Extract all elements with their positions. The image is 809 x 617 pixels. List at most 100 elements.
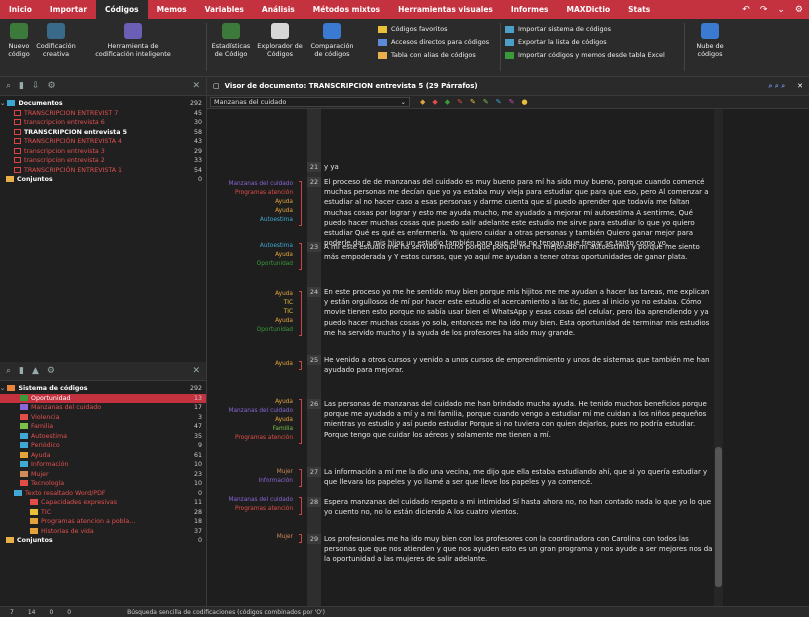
document-item[interactable]: transcripcion entrevista 6 30 <box>0 118 206 128</box>
close-icon[interactable]: ✕ <box>797 82 809 90</box>
code-margin-label[interactable]: Autoestima <box>260 243 293 249</box>
emoji-icon[interactable]: ● <box>522 98 528 106</box>
code-item[interactable]: Capacidades expresivas 11 <box>0 498 206 508</box>
menu-item[interactable]: Métodos mixtos <box>304 0 389 19</box>
code-item[interactable]: Manzanas del cuidado 17 <box>0 403 206 413</box>
paragraph-text[interactable]: He venido a otros cursos y venido a unos… <box>324 355 714 375</box>
highlight-icon[interactable]: ◆ <box>432 98 437 106</box>
menu-item[interactable]: Informes <box>502 0 558 19</box>
code-margin-label[interactable]: Oportunidad <box>257 327 293 333</box>
code-margin-label[interactable]: Oportunidad <box>257 261 293 267</box>
code-item[interactable]: Periódico 9 <box>0 441 206 451</box>
creative-coding-button[interactable]: Codificación creativa <box>36 23 76 58</box>
menu-item[interactable]: Códigos <box>96 0 148 19</box>
document-item[interactable]: TRANSCRIPCION ENTREVIST 7 45 <box>0 109 206 119</box>
code-margin-label[interactable]: Programas atención <box>235 190 293 196</box>
search-icon[interactable]: ⌕ <box>6 366 11 376</box>
close-icon[interactable]: ✕ <box>192 81 206 91</box>
smart-coding-tool-button[interactable]: Herramienta de codificación inteligente <box>92 23 174 58</box>
document-item[interactable]: TRANSCRIPCIÓN ENTREVISTA 1 54 <box>0 166 206 176</box>
scrollbar-thumb[interactable] <box>715 447 722 587</box>
document-sets[interactable]: Conjuntos 0 <box>0 175 206 185</box>
code-margin-label[interactable]: Ayuda <box>275 361 293 367</box>
close-icon[interactable]: ✕ <box>192 366 206 376</box>
highlight-icon[interactable]: ◆ <box>420 98 425 106</box>
code-item[interactable]: Texto resaltado Word/PDF 0 <box>0 489 206 499</box>
menu-item[interactable]: Inicio <box>0 0 41 19</box>
code-margin-label[interactable]: Programas atención <box>235 506 293 512</box>
highlight-icon[interactable]: ◆ <box>445 98 450 106</box>
code-item[interactable]: Mujer 23 <box>0 470 206 480</box>
menu-item[interactable]: Stats <box>619 0 659 19</box>
document-item[interactable]: TRANSCRIPCION entrevista 5 58 <box>0 128 206 138</box>
code-system-root[interactable]: ⌄ Sistema de códigos 292 <box>0 384 206 394</box>
code-explorer-button[interactable]: Explorador de Códigos <box>256 23 304 58</box>
code-margin-label[interactable]: Familia <box>273 426 293 432</box>
paragraph-text[interactable]: El proceso de de manzanas del cuidado es… <box>324 177 714 248</box>
marker-icon[interactable]: ✎ <box>470 98 476 106</box>
marker-icon[interactable]: ✎ <box>483 98 489 106</box>
paragraph-text[interactable]: Los profesionales me ha ido muy bien con… <box>324 534 714 565</box>
marker-icon[interactable]: ✎ <box>509 98 515 106</box>
code-margin-label[interactable]: Ayuda <box>275 208 293 214</box>
undo-icon[interactable]: ↶ <box>742 5 750 15</box>
code-margin-label[interactable]: Ayuda <box>275 318 293 324</box>
code-item[interactable]: Oportunidad 13 <box>0 393 206 403</box>
code-margin-label[interactable]: Autoestima <box>260 217 293 223</box>
code-margin-label[interactable]: Mujer <box>277 534 293 540</box>
code-item[interactable]: Programas atencion a pobla... 18 <box>0 517 206 527</box>
search-icon[interactable]: ⌕ ⌕ ⌕ <box>768 82 797 91</box>
favorite-codes-item[interactable]: Códigos favoritos <box>378 23 489 36</box>
code-item[interactable]: Ayuda 61 <box>0 451 206 461</box>
code-margin-label[interactable]: Ayuda <box>275 252 293 258</box>
marker-icon[interactable]: ✎ <box>457 98 463 106</box>
menu-item[interactable]: Análisis <box>253 0 304 19</box>
menu-item[interactable]: Memos <box>148 0 196 19</box>
settings-icon[interactable]: ⚙ <box>48 81 56 91</box>
code-sets[interactable]: Conjuntos 0 <box>0 536 206 546</box>
menu-item[interactable]: Importar <box>41 0 96 19</box>
import-code-system-item[interactable]: Importar sistema de códigos <box>505 23 665 36</box>
new-code-icon[interactable]: ▮ <box>19 366 24 376</box>
code-cloud-button[interactable]: Nube de códigos <box>690 23 730 58</box>
code-margin-label[interactable]: Manzanas del cuidado <box>228 181 293 187</box>
code-dropdown[interactable]: Manzanas del cuidado ⌄ <box>210 97 410 107</box>
code-margin-label[interactable]: TIC <box>284 309 293 315</box>
code-margin-label[interactable]: Ayuda <box>275 199 293 205</box>
paragraph-text[interactable]: y ya <box>324 162 714 172</box>
code-margin-label[interactable]: Manzanas del cuidado <box>228 497 293 503</box>
import-excel-item[interactable]: Importar códigos y memos desde tabla Exc… <box>505 49 665 62</box>
paragraph-text[interactable]: La información a mí me la dio una vecina… <box>324 467 714 487</box>
redo-icon[interactable]: ↷ <box>760 5 768 15</box>
import-icon[interactable]: ⇩ <box>32 81 40 91</box>
code-margin-label[interactable]: Ayuda <box>275 399 293 405</box>
document-item[interactable]: transcripcion entrevista 3 29 <box>0 147 206 157</box>
code-margin-label[interactable]: Ayuda <box>275 291 293 297</box>
new-code-button[interactable]: Nuevo código <box>4 23 34 58</box>
code-item[interactable]: Autoestima 35 <box>0 432 206 442</box>
paragraph-text[interactable]: En este proceso yo me he sentido muy bie… <box>324 287 714 338</box>
paragraph-text[interactable]: A mí este estudio me ha servido mucho po… <box>324 242 714 262</box>
menu-item[interactable]: Herramientas visuales <box>389 0 502 19</box>
code-item[interactable]: TIC 28 <box>0 508 206 518</box>
code-item[interactable]: Violencia 3 <box>0 413 206 423</box>
alias-table-item[interactable]: Tabla con alias de códigos <box>378 49 489 62</box>
export-code-list-item[interactable]: Exportar la lista de códigos <box>505 36 665 49</box>
sort-icon[interactable]: ▲ <box>32 366 39 376</box>
search-icon[interactable]: ⌕ <box>6 81 11 91</box>
code-margin-label[interactable]: Manzanas del cuidado <box>228 408 293 414</box>
code-shortcuts-item[interactable]: Accesos directos para códigos <box>378 36 489 49</box>
settings-icon[interactable]: ⚙ <box>47 366 55 376</box>
menu-item[interactable]: Variables <box>196 0 253 19</box>
expand-icon[interactable]: ⌄ <box>777 5 785 15</box>
code-statistics-button[interactable]: Estadísticas de Código <box>210 23 252 58</box>
paragraph-text[interactable]: Las personas de manzanas del cuidado me … <box>324 399 714 440</box>
code-margin-label[interactable]: Ayuda <box>275 417 293 423</box>
settings-icon[interactable]: ⚙ <box>795 5 803 15</box>
document-item[interactable]: TRANSCRIPCIÓN ENTREVISTA 4 43 <box>0 137 206 147</box>
marker-icon[interactable]: ✎ <box>496 98 502 106</box>
code-margin-label[interactable]: TIC <box>284 300 293 306</box>
code-item[interactable]: Información 10 <box>0 460 206 470</box>
code-margin-label[interactable]: Información <box>259 478 293 484</box>
code-item[interactable]: Tecnología 10 <box>0 479 206 489</box>
